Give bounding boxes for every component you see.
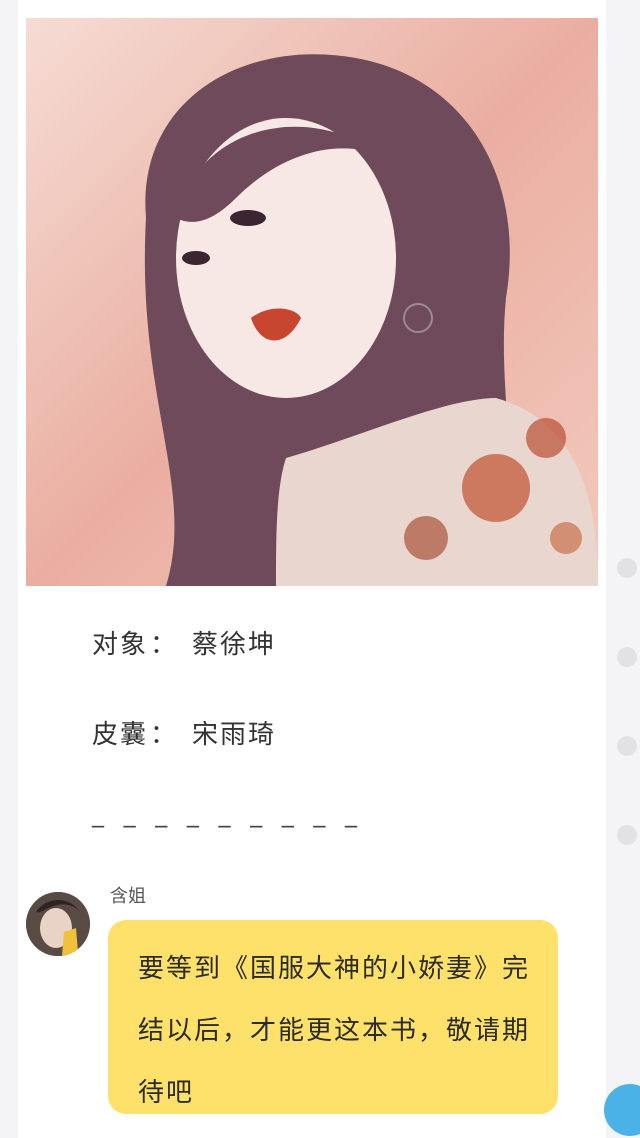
skin-value: 宋雨琦 <box>192 720 277 750</box>
target-line: 对象： 蔡徐坤 <box>92 624 276 661</box>
target-separator: ： <box>150 630 179 660</box>
side-indicator-dot[interactable] <box>617 825 637 845</box>
message-text: 要等到《国服大神的小娇妻》完结以后，才能更这本书，敬请期待吧 <box>138 954 531 1108</box>
portrait-illustration <box>26 18 598 586</box>
target-label: 对象 <box>92 630 149 660</box>
floating-action-button[interactable] <box>604 1084 640 1136</box>
sender-name: 含姐 <box>110 886 146 907</box>
character-photo[interactable] <box>26 18 598 586</box>
target-value: 蔡徐坤 <box>192 630 277 660</box>
avatar-image <box>26 892 90 956</box>
avatar[interactable] <box>26 892 90 956</box>
side-indicator-dot[interactable] <box>617 736 637 756</box>
skin-line: 皮囊： 宋雨琦 <box>92 714 276 751</box>
skin-separator: ： <box>150 720 179 750</box>
side-indicator-dot[interactable] <box>617 558 637 578</box>
skin-label: 皮囊 <box>92 720 149 750</box>
side-indicator-dot[interactable] <box>617 647 637 667</box>
section-divider: _ _ _ _ _ _ _ _ _ <box>92 800 364 828</box>
message-bubble[interactable]: 要等到《国服大神的小娇妻》完结以后，才能更这本书，敬请期待吧 <box>108 920 558 1114</box>
